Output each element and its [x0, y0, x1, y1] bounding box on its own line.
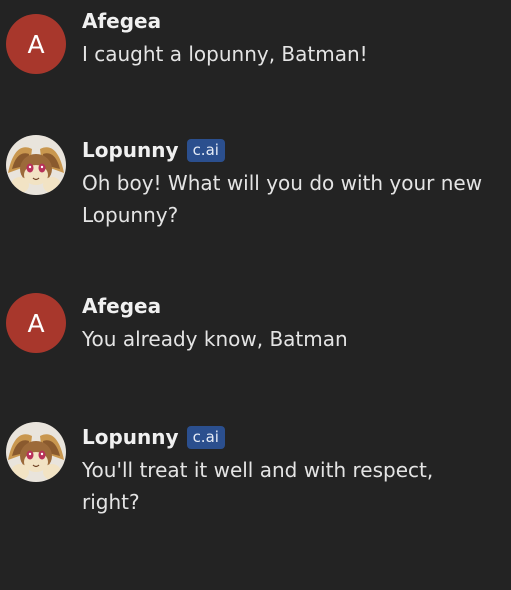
lopunny-avatar-icon[interactable]	[6, 135, 66, 195]
cai-badge: c.ai	[186, 138, 225, 162]
message-line: You'll treat it well and with respect,	[82, 458, 434, 482]
message-line: right?	[82, 490, 140, 514]
user-avatar[interactable]: A	[6, 14, 66, 74]
lopunny-avatar-icon[interactable]	[6, 422, 66, 482]
author-name[interactable]: Lopunny	[82, 425, 179, 449]
lopunny-avatar-svg	[6, 135, 66, 195]
message-text: Oh boy! What will you do with your new L…	[82, 167, 482, 231]
avatar-letter: A	[27, 29, 45, 59]
message-line: Lopunny?	[82, 203, 179, 227]
message-header: Afegea	[82, 291, 161, 321]
message-text: You'll treat it well and with respect, r…	[82, 454, 433, 518]
message-line: You already know, Batman	[82, 327, 348, 351]
message-header: Lopunny c.ai	[82, 422, 225, 452]
author-name[interactable]: Lopunny	[82, 138, 179, 162]
avatar-letter: A	[27, 308, 45, 338]
message-line: I caught a lopunny, Batman!	[82, 42, 368, 66]
author-name[interactable]: Afegea	[82, 9, 161, 33]
user-avatar[interactable]: A	[6, 293, 66, 353]
message-text: You already know, Batman	[82, 323, 348, 355]
message-line: Oh boy! What will you do with your new	[82, 171, 483, 195]
message-text: I caught a lopunny, Batman!	[82, 38, 368, 70]
lopunny-avatar-svg	[6, 422, 66, 482]
author-name[interactable]: Afegea	[82, 294, 161, 318]
message-header: Afegea	[82, 6, 161, 36]
cai-badge: c.ai	[186, 425, 225, 449]
message-header: Lopunny c.ai	[82, 135, 225, 165]
